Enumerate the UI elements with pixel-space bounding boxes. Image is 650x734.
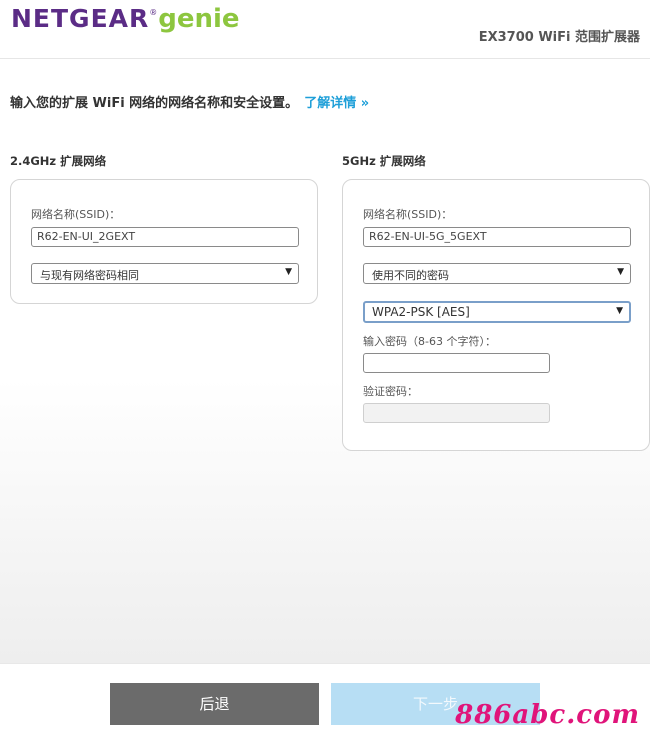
verify-password-5ghz-input[interactable]: [363, 403, 550, 423]
product-title: EX3700 WiFi 范围扩展器: [478, 30, 640, 45]
triangle-down-icon: ▼: [285, 267, 292, 277]
triangle-down-icon: ▼: [616, 306, 623, 316]
main-content: 输入您的扩展 WiFi 网络的网络名称和安全设置。 了解详情 » 2.4GHz 扩…: [0, 59, 650, 663]
verify-password-5ghz-label: 验证密码：: [363, 385, 418, 398]
password-mode-24ghz-select[interactable]: 与现有网络密码相同 ▼: [31, 263, 299, 284]
intro-text: 输入您的扩展 WiFi 网络的网络名称和安全设置。 了解详情 »: [10, 92, 369, 111]
password-5ghz-label: 输入密码（8-63 个字符）：: [363, 335, 496, 348]
password-mode-24ghz-value: 与现有网络密码相同: [40, 269, 139, 282]
logo-brand: NETGEAR: [11, 4, 150, 33]
password-mode-5ghz-value: 使用不同的密码: [372, 269, 449, 282]
ssid-24ghz-input[interactable]: R62-EN-UI_2GEXT: [31, 227, 299, 247]
intro-instructions: 输入您的扩展 WiFi 网络的网络名称和安全设置。: [10, 96, 299, 111]
header: NETGEAR®genie EX3700 WiFi 范围扩展器: [0, 0, 650, 59]
watermark: 886abc.com: [455, 700, 640, 730]
netgear-genie-logo: NETGEAR®genie: [11, 4, 240, 34]
band-5ghz-panel: 网络名称(SSID)： R62-EN-UI-5G_5GEXT 使用不同的密码 ▼…: [342, 179, 650, 451]
band-24ghz-title: 2.4GHz 扩展网络: [10, 154, 107, 168]
band-5ghz-title: 5GHz 扩展网络: [342, 154, 426, 168]
learn-more-link[interactable]: 了解详情 »: [304, 96, 369, 111]
band-24ghz-panel: 网络名称(SSID)： R62-EN-UI_2GEXT 与现有网络密码相同 ▼: [10, 179, 318, 304]
ssid-5ghz-input[interactable]: R62-EN-UI-5G_5GEXT: [363, 227, 631, 247]
password-5ghz-input[interactable]: [363, 353, 550, 373]
security-type-5ghz-value: WPA2-PSK [AES]: [372, 305, 470, 319]
security-type-5ghz-select[interactable]: WPA2-PSK [AES] ▼: [363, 301, 631, 323]
triangle-down-icon: ▼: [617, 267, 624, 277]
password-mode-5ghz-select[interactable]: 使用不同的密码 ▼: [363, 263, 631, 284]
logo-registered-mark: ®: [149, 8, 158, 17]
ssid-24ghz-label: 网络名称(SSID)：: [31, 208, 121, 221]
back-button[interactable]: 后退: [110, 683, 319, 725]
logo-product: genie: [158, 4, 240, 34]
ssid-5ghz-label: 网络名称(SSID)：: [363, 208, 453, 221]
footer: 后退 下一步 886abc.com: [0, 663, 650, 734]
